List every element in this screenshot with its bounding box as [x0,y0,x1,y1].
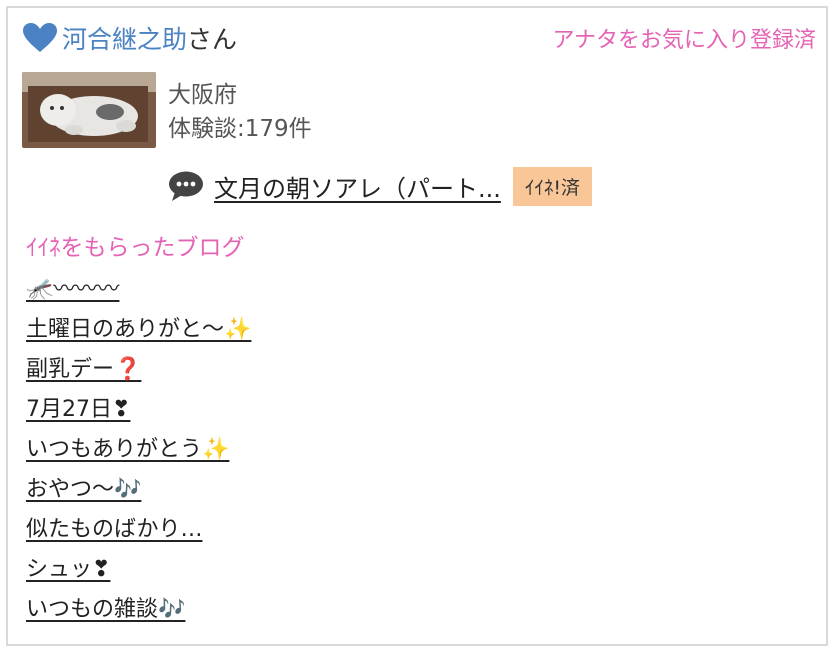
avatar[interactable] [22,72,156,148]
user-region: 大阪府 [168,82,237,108]
user-header: 河合継之助 さん [22,18,237,58]
blog-link[interactable]: 🦟〰〰〰 [26,277,119,302]
user-meta: 大阪府 体験談:179件 [168,78,312,146]
iine-status-badge: ｲｲﾈ!済 [512,166,593,206]
experience-count: 体験談:179件 [168,116,312,142]
speech-bubble-icon [169,171,203,201]
user-name-link[interactable]: 河合継之助 [62,20,187,56]
list-item: おやつ〜🎶 [26,472,251,512]
blog-link[interactable]: シュッ❣ [26,557,110,582]
profile-card: 河合継之助 さん アナタをお気に入り登録済 大阪府 体験談:179件 文月の朝ソ… [6,6,828,646]
blog-link[interactable]: 似たものばかり… [26,517,202,542]
blog-link[interactable]: 7月27日❣ [26,397,130,422]
blog-link[interactable]: 土曜日のありがと〜✨ [26,317,251,342]
user-honorific: さん [187,25,238,54]
heart-icon [23,23,57,52]
list-item: 副乳デー❓ [26,352,251,392]
favorite-status: アナタをお気に入り登録済 [552,28,816,53]
list-item: 🦟〰〰〰 [26,272,251,312]
liked-blog-list: 🦟〰〰〰 土曜日のありがと〜✨ 副乳デー❓ 7月27日❣ いつもありがとう✨ お… [26,272,251,632]
list-item: いつもの雑談🎶 [26,592,251,632]
liked-blogs-heading: ｲｲﾈをもらったブログ [26,235,245,261]
blog-link[interactable]: おやつ〜🎶 [26,477,141,502]
blog-link[interactable]: いつもの雑談🎶 [26,597,185,622]
list-item: 7月27日❣ [26,392,251,432]
list-item: 土曜日のありがと〜✨ [26,312,251,352]
blog-link[interactable]: 副乳デー❓ [26,357,141,382]
blog-link[interactable]: いつもありがとう✨ [26,437,229,462]
latest-post-row: 文月の朝ソアレ（パート... ｲｲﾈ!済 [168,166,593,206]
list-item: 似たものばかり… [26,512,251,552]
list-item: いつもありがとう✨ [26,432,251,472]
list-item: シュッ❣ [26,552,251,592]
cat-figurine-avatar [22,72,156,148]
latest-post-link[interactable]: 文月の朝ソアレ（パート... [214,169,501,204]
